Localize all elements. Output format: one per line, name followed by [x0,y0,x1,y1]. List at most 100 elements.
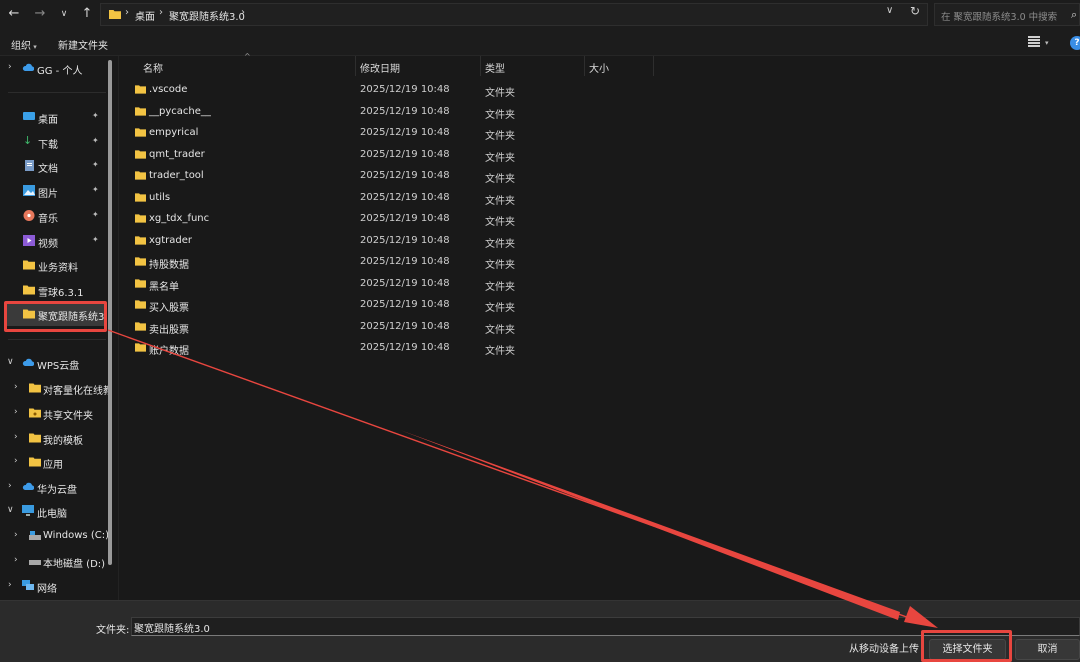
sidebar-item-wps-cloud[interactable]: ∨ WPS云盘 [0,352,108,374]
drive-icon [29,531,41,540]
collapse-chevron-icon[interactable]: ∨ [7,505,14,515]
sidebar-item-documents[interactable]: 文档 ✦ [0,155,108,177]
folder-icon [29,383,41,393]
organize-caret-icon: ▾ [31,43,37,51]
file-row[interactable]: xg_tdx_func 2025/12/19 10:48 文件夹 [119,208,639,229]
organize-button[interactable]: 组织 ▾ [11,37,37,52]
sidebar-item-business-docs[interactable]: 业务资料 [0,254,108,276]
file-date: 2025/12/19 10:48 [360,192,450,203]
expand-chevron-icon[interactable]: › [8,481,12,491]
file-row[interactable]: 黑名单 2025/12/19 10:48 文件夹 [119,273,639,294]
view-caret-icon[interactable]: ▾ [1045,39,1049,47]
sidebar-item-my-templates[interactable]: › 我的模板 [0,427,108,449]
file-date: 2025/12/19 10:48 [360,235,450,246]
pin-icon[interactable]: ✦ [92,185,99,194]
breadcrumb-current-folder[interactable]: 聚宽跟随系统3.0 [169,8,245,23]
pin-icon[interactable]: ✦ [92,210,99,219]
recent-chevron-down-icon[interactable]: ∨ [56,6,72,22]
sidebar-item-label: 音乐 [38,214,58,225]
sidebar-item-label: 网络 [37,584,57,595]
collapse-chevron-icon[interactable]: ∨ [7,357,14,367]
file-row[interactable]: .vscode 2025/12/19 10:48 文件夹 [119,79,639,100]
sidebar-item-huawei-cloud[interactable]: › 华为云盘 [0,476,108,498]
file-row[interactable]: trader_tool 2025/12/19 10:48 文件夹 [119,165,639,186]
sidebar-item-drive-c[interactable]: › Windows (C:) [0,525,108,547]
pin-icon[interactable]: ✦ [92,136,99,145]
column-header-name[interactable]: 名称 [143,60,163,75]
search-input[interactable]: 在 聚宽跟随系统3.0 中搜索 ⌕ [934,3,1080,26]
sidebar-item-this-pc[interactable]: ∨ 此电脑 [0,500,108,522]
search-icon[interactable]: ⌕ [1071,8,1077,22]
new-folder-button[interactable]: 新建文件夹 [58,37,108,52]
column-separator[interactable] [653,56,654,76]
expand-chevron-icon[interactable]: › [14,456,18,466]
file-date: 2025/12/19 10:48 [360,84,450,95]
file-date: 2025/12/19 10:48 [360,342,450,353]
expand-chevron-icon[interactable]: › [14,382,18,392]
computer-icon [22,505,34,516]
column-header-size[interactable]: 大小 [589,60,609,75]
sidebar-item-videos[interactable]: 视频 ✦ [0,230,108,252]
file-row[interactable]: empyrical 2025/12/19 10:48 文件夹 [119,122,639,143]
file-row[interactable]: 卖出股票 2025/12/19 10:48 文件夹 [119,316,639,337]
folder-icon [29,457,41,467]
column-header-date[interactable]: 修改日期 [360,60,400,75]
cancel-button[interactable]: 取消 [1015,639,1080,660]
sidebar-item-network[interactable]: › 网络 [0,575,108,597]
view-options-icon[interactable] [1028,36,1040,47]
help-icon[interactable]: ? [1070,36,1080,50]
back-arrow-icon[interactable]: ← [6,6,22,22]
sidebar-scrollbar[interactable] [108,60,112,565]
refresh-icon[interactable]: ↻ [910,4,920,18]
expand-chevron-icon[interactable]: › [14,407,18,417]
file-row[interactable]: qmt_trader 2025/12/19 10:48 文件夹 [119,144,639,165]
file-name: 买入股票 [149,303,189,314]
expand-chevron-icon[interactable]: › [8,62,12,72]
pin-icon[interactable]: ✦ [92,160,99,169]
sidebar-item-label: 我的模板 [43,436,83,447]
upload-from-mobile-button[interactable]: 从移动设备上传 [848,639,920,660]
sidebar-divider [8,92,106,93]
pin-icon[interactable]: ✦ [92,235,99,244]
address-bar[interactable]: › 桌面 › 聚宽跟随系统3.0 › [100,3,928,26]
file-row[interactable]: 买入股票 2025/12/19 10:48 文件夹 [119,294,639,315]
file-name: qmt_trader [149,149,205,160]
column-separator[interactable] [480,56,481,76]
up-arrow-icon[interactable]: ↑ [79,6,95,22]
sidebar-item-drive-d[interactable]: › 本地磁盘 (D:) [0,550,108,572]
address-dropdown-chevron-icon[interactable]: ∨ [886,5,893,16]
file-row[interactable]: __pycache__ 2025/12/19 10:48 文件夹 [119,101,639,122]
column-separator[interactable] [584,56,585,76]
sidebar-item-xueqiu[interactable]: 雪球6.3.1 [0,279,108,301]
sidebar-item-desktop[interactable]: 桌面 ✦ [0,106,108,128]
select-folder-button[interactable]: 选择文件夹 [929,639,1006,660]
sidebar-item-music[interactable]: 音乐 ✦ [0,205,108,227]
pin-icon[interactable]: ✦ [92,111,99,120]
music-icon [23,210,35,221]
forward-arrow-icon[interactable]: → [32,6,48,22]
sidebar-item-pictures[interactable]: 图片 ✦ [0,180,108,202]
folder-input[interactable]: 聚宽跟随系统3.0 [131,617,1080,636]
sidebar-item-shared-folder[interactable]: › 共享文件夹 [0,402,108,424]
folder-icon [135,214,146,223]
file-type: 文件夹 [485,88,515,99]
address-row: ← → ∨ ↑ › 桌面 › 聚宽跟随系统3.0 › ∨ ↻ 在 聚宽跟随系统3… [0,0,1080,30]
file-row[interactable]: xgtrader 2025/12/19 10:48 文件夹 [119,230,639,251]
file-row[interactable]: utils 2025/12/19 10:48 文件夹 [119,187,639,208]
expand-chevron-icon[interactable]: › [8,580,12,590]
column-header-type[interactable]: 类型 [485,60,505,75]
file-name: empyrical [149,127,199,138]
sidebar-item-onedrive[interactable]: › GG - 个人 [0,57,108,79]
file-row[interactable]: 账户数据 2025/12/19 10:48 文件夹 [119,337,639,358]
expand-chevron-icon[interactable]: › [14,432,18,442]
breadcrumb-desktop[interactable]: 桌面 [135,8,155,23]
sidebar-item-downloads[interactable]: ↓ 下载 ✦ [0,131,108,153]
sidebar-item-selected-folder[interactable]: 聚宽跟随系统3.0 [6,302,106,326]
sidebar-item-apps[interactable]: › 应用 [0,451,108,473]
sidebar-item-wps-folder-1[interactable]: › 对客量化在线教 [0,377,108,399]
file-row[interactable]: 持股数据 2025/12/19 10:48 文件夹 [119,251,639,272]
expand-chevron-icon[interactable]: › [14,555,18,565]
file-type: 文件夹 [485,131,515,142]
expand-chevron-icon[interactable]: › [14,530,18,540]
column-separator[interactable] [355,56,356,76]
